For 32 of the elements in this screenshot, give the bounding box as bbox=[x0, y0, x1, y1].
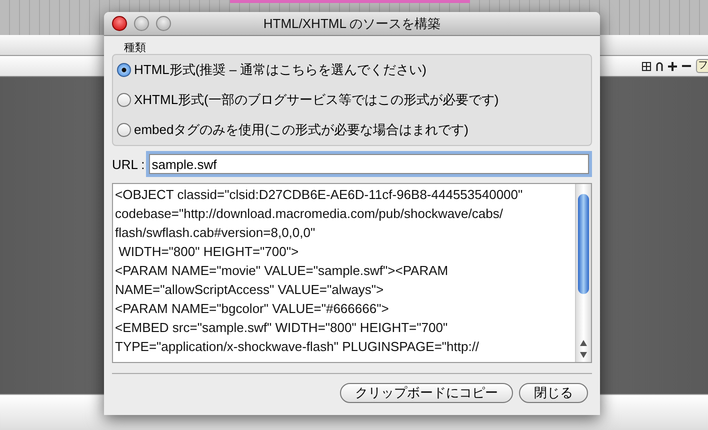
dialog-button[interactable]: 閉じる bbox=[519, 383, 588, 403]
source-line: WIDTH="800" HEIGHT="700"> bbox=[118, 243, 300, 261]
radio-label[interactable]: embedタグのみを使用(この形式が必要な場合はまれです) bbox=[134, 121, 468, 139]
url-label: URL : bbox=[112, 156, 145, 172]
source-line: <EMBED src="sample.swf" WIDTH="800" HEIGHT="700" bbox=[115, 319, 449, 337]
zoom-button[interactable] bbox=[156, 16, 171, 31]
source-line: codebase="http://download.macromedia.com/pub/shockwave/cabs/ bbox=[115, 205, 504, 223]
minimize-button[interactable] bbox=[134, 16, 149, 31]
source-line: <OBJECT classid="clsid:D27CDB6E-AE6D-11cf-96B8-444553540000" bbox=[115, 186, 524, 204]
source-line: flash/swflash.cab#version=8,0,0,0" bbox=[115, 224, 316, 242]
radio-button[interactable] bbox=[117, 63, 131, 77]
source-line: <PARAM NAME="movie" VALUE="sample.swf"><PARAM bbox=[115, 262, 450, 280]
close-button[interactable] bbox=[112, 16, 127, 31]
source-line: <PARAM NAME="bgcolor" VALUE="#666666"> bbox=[115, 300, 390, 318]
radio-button[interactable] bbox=[117, 93, 131, 107]
scrollbar[interactable] bbox=[575, 184, 591, 362]
source-text-area[interactable] bbox=[112, 183, 592, 363]
source-line: TYPE="application/x-shockwave-flash" PLUGINSPAGE="http:// bbox=[115, 338, 480, 356]
grid-icon[interactable] bbox=[642, 62, 651, 70]
group-label: 種類 bbox=[124, 41, 147, 54]
scroll-down-icon[interactable] bbox=[580, 352, 587, 358]
window-title: HTML/XHTML のソースを構築 bbox=[263, 14, 441, 32]
url-field[interactable]: sample.swf bbox=[148, 154, 589, 174]
radio-label[interactable]: XHTML形式(一部のブログサービス等ではこの形式が必要です) bbox=[134, 91, 499, 109]
toolbar-button[interactable]: フ bbox=[696, 59, 708, 73]
scroll-up-icon[interactable] bbox=[580, 340, 587, 346]
magnet-icon[interactable] bbox=[656, 62, 663, 70]
dialog-button[interactable]: クリップボードにコピー bbox=[340, 383, 513, 403]
source-line: NAME="allowScriptAccess" VALUE="always"> bbox=[115, 281, 385, 299]
radio-button[interactable] bbox=[117, 123, 131, 137]
radio-label[interactable]: HTML形式(推奨 – 通常はこちらを選んでください) bbox=[134, 61, 426, 79]
zoom-in-icon[interactable] bbox=[668, 62, 677, 70]
